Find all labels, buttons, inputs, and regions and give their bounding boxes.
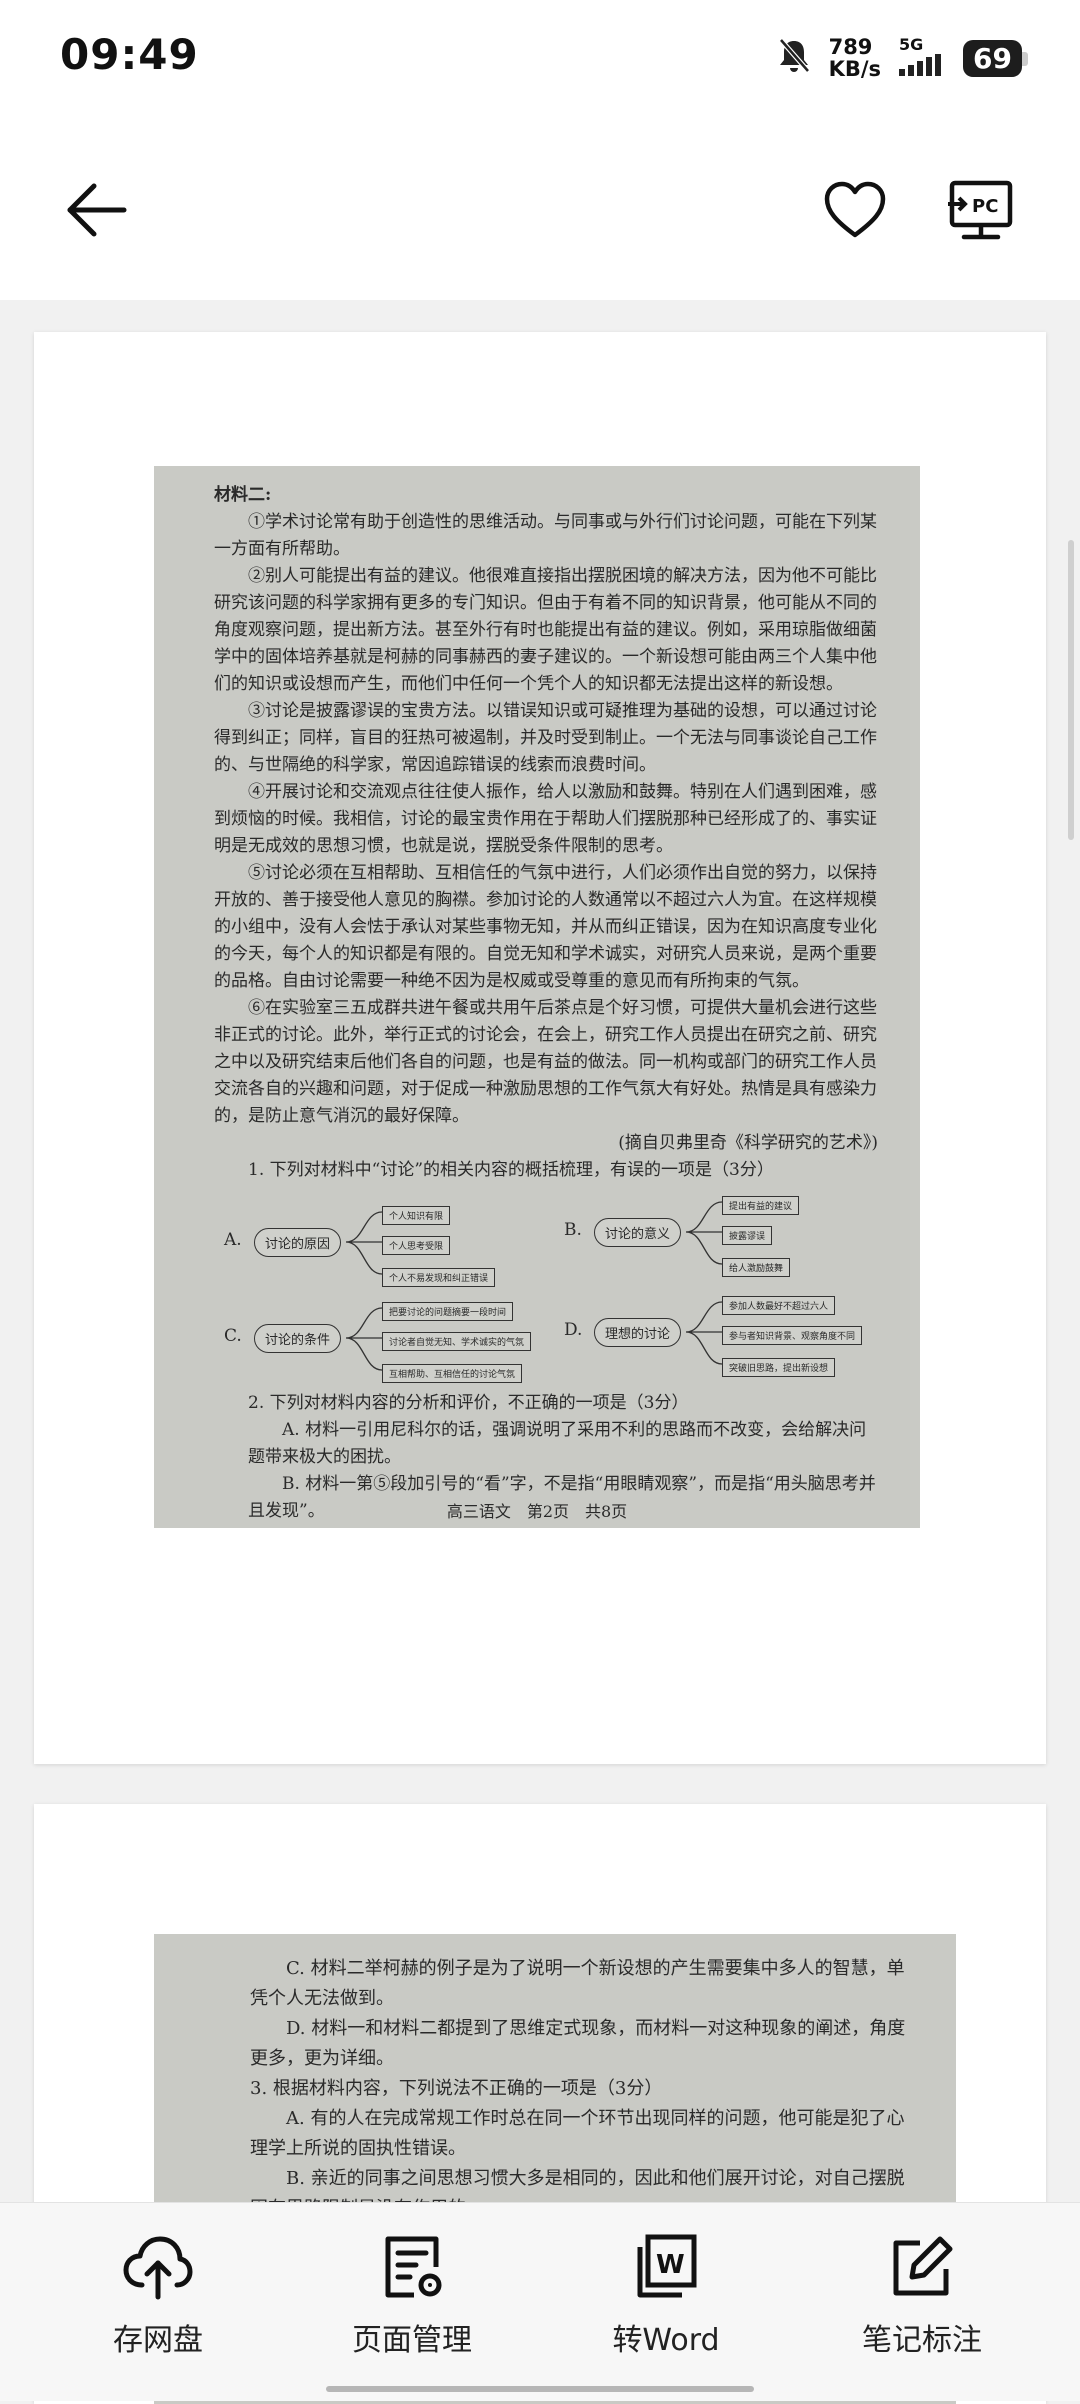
document-page-1[interactable]: 材料二: ①学术讨论常有助于创造性的思维活动。与同事或与外行们讨论问题，可能在下… xyxy=(34,332,1046,1764)
mindmap-leaf: 披露谬误 xyxy=(722,1226,773,1245)
send-to-pc-button[interactable]: PC xyxy=(946,178,1016,244)
question-2-option-d: D. 材料一和材料二都提到了思维定式现象，而材料一对这种现象的阐述，角度更多，更… xyxy=(250,2018,906,2069)
mindmap-center: 讨论的意义 xyxy=(594,1218,682,1247)
home-indicator[interactable] xyxy=(326,2386,754,2392)
heart-icon xyxy=(824,181,886,238)
word-convert-icon: W xyxy=(637,2234,697,2298)
question-2: 2. 下列对材料内容的分析和评价，不正确的一项是（3分） xyxy=(248,1393,689,1413)
back-button[interactable] xyxy=(60,178,132,242)
paragraph-5: ⑤讨论必须在互相帮助、互相信任的气氛中进行，人们必须作出自觉的努力，以保持开放的… xyxy=(214,863,877,991)
mute-bell-icon xyxy=(777,38,811,78)
mindmap-leaf: 参与者知识背景、观察角度不同 xyxy=(722,1326,863,1345)
favorite-button[interactable] xyxy=(820,178,890,242)
question-2-option-a: A. 材料一引用尼科尔的话，强调说明了采用不利的思路而不改变，会给解决问题带来极… xyxy=(248,1420,867,1467)
mindmap-leaf: 把要讨论的问题摘要一段时间 xyxy=(382,1302,514,1321)
option-letter: D. xyxy=(564,1320,583,1340)
save-to-cloud-button[interactable]: 存网盘 xyxy=(58,2233,258,2359)
paragraph-2: ②别人可能提出有益的建议。他很难直接指出摆脱困境的解决方法，因为他不可能比研究该… xyxy=(214,566,877,694)
page-management-button[interactable]: 页面管理 xyxy=(312,2233,512,2359)
status-bar: 09:49 789 KB/s 5G 69 xyxy=(0,0,1080,110)
speed-value: 789 xyxy=(828,35,873,59)
tool-label: 页面管理 xyxy=(352,2323,472,2358)
pc-transfer-icon: PC xyxy=(948,180,1013,240)
svg-text:PC: PC xyxy=(972,196,998,217)
mindmap-leaf: 个人知识有限 xyxy=(382,1206,451,1225)
mindmap-leaf: 个人不易发现和纠正错误 xyxy=(382,1268,496,1287)
material-heading: 材料二: xyxy=(214,485,272,505)
signal-icon xyxy=(899,54,945,80)
mindmap-d: D. 理想的讨论 参加人数最好不超过六人 参与者知识背景、观察角度不同 突破旧思… xyxy=(564,1296,884,1386)
cloud-upload-icon xyxy=(123,2236,193,2300)
bottom-toolbar: 存网盘 页面管理 W 转Word 笔记标注 xyxy=(0,2202,1080,2401)
option-letter: C. xyxy=(224,1326,242,1346)
mindmap-leaf: 互相帮助、互相信任的讨论气氛 xyxy=(382,1364,523,1383)
page-2-text: C. 材料二举柯赫的例子是为了说明一个新设想的产生需要集中多人的智慧，单凭个人无… xyxy=(214,1954,914,2224)
paragraph-1: ①学术讨论常有助于创造性的思维活动。与同事或与外行们讨论问题，可能在下列某一方面… xyxy=(214,512,877,559)
paragraph-3: ③讨论是披露谬误的宝贵方法。以错误知识或可疑推理为基础的设想，可以通过讨论得到纠… xyxy=(214,701,877,775)
battery-indicator: 69 xyxy=(963,39,1028,77)
tool-label: 笔记标注 xyxy=(862,2323,982,2358)
mindmap-a: A. 讨论的原因 个人知识有限 个人思考受限 个人不易发现和纠正错误 xyxy=(224,1206,514,1296)
speed-unit: KB/s xyxy=(828,57,882,81)
mindmap-center: 理想的讨论 xyxy=(594,1318,682,1347)
note-annotation-button[interactable]: 笔记标注 xyxy=(822,2233,1022,2359)
network-speed: 789 KB/s xyxy=(829,36,881,80)
network-type: 5G xyxy=(899,35,924,54)
question-3-option-a: A. 有的人在完成常规工作时总在同一个环节出现同样的问题，他可能是犯了心理学上所… xyxy=(250,2108,905,2159)
question-2-option-c: C. 材料二举柯赫的例子是为了说明一个新设想的产生需要集中多人的智慧，单凭个人无… xyxy=(250,1958,905,2009)
material-two-text: 材料二: ①学术讨论常有助于创造性的思维活动。与同事或与外行们讨论问题，可能在下… xyxy=(214,482,878,1184)
mindmap-leaf: 提出有益的建议 xyxy=(722,1196,800,1215)
mindmap-center: 讨论的条件 xyxy=(254,1324,342,1353)
mindmap-c: C. 讨论的条件 把要讨论的问题摘要一段时间 讨论者自觉无知、学术诚实的气氛 互… xyxy=(224,1302,534,1392)
mindmap-center: 讨论的原因 xyxy=(254,1228,342,1257)
tool-label: 存网盘 xyxy=(113,2323,203,2358)
paragraph-4: ④开展讨论和交流观点往往使人振作，给人以激励和鼓舞。特别在人们遇到困难，感到烦恼… xyxy=(214,782,877,856)
scrollbar[interactable] xyxy=(1068,540,1074,840)
network-indicator: 5G xyxy=(899,36,945,80)
page-manage-icon xyxy=(385,2236,442,2298)
question-3: 3. 根据材料内容，下列说法不正确的一项是（3分） xyxy=(250,2078,663,2099)
mindmap-b: B. 讨论的意义 提出有益的建议 披露谬误 给人激励鼓舞 xyxy=(564,1196,854,1286)
top-nav: PC xyxy=(0,110,1080,300)
option-letter: A. xyxy=(224,1230,242,1250)
question-1: 1. 下列对材料中“讨论”的相关内容的概括梳理，有误的一项是（3分） xyxy=(248,1160,774,1180)
source-citation: (摘自贝弗里奇《科学研究的艺术》) xyxy=(618,1133,878,1153)
page-footer: 高三语文 第2页 共8页 xyxy=(446,1502,628,1521)
svg-text:W: W xyxy=(656,2250,685,2280)
mindmap-leaf: 参加人数最好不超过六人 xyxy=(722,1296,836,1315)
convert-to-word-button[interactable]: W 转Word xyxy=(566,2233,766,2359)
scanned-image-page-1: 材料二: ①学术讨论常有助于创造性的思维活动。与同事或与外行们讨论问题，可能在下… xyxy=(154,466,920,1528)
option-letter: B. xyxy=(564,1220,582,1240)
edit-note-icon xyxy=(893,2236,953,2296)
arrow-left-icon xyxy=(67,183,127,237)
paragraph-6: ⑥在实验室三五成群共进午餐或共用午后茶点是个好习惯，可提供大量机会进行这些非正式… xyxy=(214,998,877,1126)
mindmap-leaf: 给人激励鼓舞 xyxy=(722,1258,791,1277)
mindmap-leaf: 突破旧思路，提出新设想 xyxy=(722,1358,836,1377)
tool-label: 转Word xyxy=(612,2323,720,2358)
status-icons: 789 KB/s 5G 69 xyxy=(777,30,1028,86)
mindmap-leaf: 讨论者自觉无知、学术诚实的气氛 xyxy=(382,1332,532,1351)
status-time: 09:49 xyxy=(60,30,199,79)
mindmap-leaf: 个人思考受限 xyxy=(382,1236,451,1255)
